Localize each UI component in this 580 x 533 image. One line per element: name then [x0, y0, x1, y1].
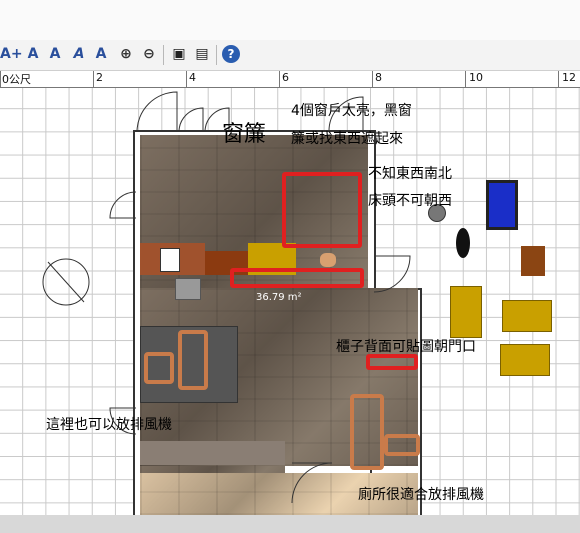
- text-italic-icon[interactable]: A: [70, 45, 88, 63]
- note-bathroom-fan: 廁所很適合放排風機: [358, 487, 484, 503]
- ruler-tick: [279, 71, 280, 87]
- note-windows-1: 4個窗戶太亮，黑窗: [291, 103, 412, 119]
- curtain-label: 窗簾: [222, 122, 267, 147]
- help-icon[interactable]: ?: [222, 45, 240, 63]
- video-icon[interactable]: ▤: [193, 45, 211, 63]
- shelf-yellow[interactable]: [450, 286, 482, 338]
- ruler-tick: [0, 71, 1, 87]
- ruler-label: 8: [375, 71, 382, 84]
- box-yellow-1[interactable]: [502, 300, 552, 332]
- counter[interactable]: [140, 441, 285, 465]
- window-top-area: [0, 0, 580, 40]
- ruler-label: 10: [469, 71, 483, 84]
- ruler-tick: [372, 71, 373, 87]
- tv-unit[interactable]: [160, 248, 180, 272]
- floor-plan-canvas[interactable]: 窗簾 36.79 m² 4個窗戶太亮，黑窗 簾或找東西遮起來 不知東西南北 床頭…: [0, 88, 580, 515]
- plant[interactable]: [320, 253, 336, 267]
- horizontal-scrollbar[interactable]: [0, 515, 580, 533]
- ruler-label: 4: [189, 71, 196, 84]
- chair[interactable]: [175, 278, 201, 300]
- note-cabinet: 櫃子背面可貼圖朝門口: [336, 339, 476, 355]
- zoom-in-icon[interactable]: ⊕: [117, 45, 135, 63]
- selected-blue-item[interactable]: [486, 180, 518, 230]
- ruler-label: 2: [96, 71, 103, 84]
- text-style-icon[interactable]: A: [24, 45, 42, 63]
- toolbar: A+ A A A A ⊕ ⊖ ▣ ▤ ?: [0, 40, 580, 71]
- door-arc-right[interactable]: [370, 248, 412, 298]
- orange-mark-4: [384, 434, 420, 456]
- orange-mark-2: [178, 330, 208, 390]
- fan-object[interactable]: [456, 228, 470, 258]
- note-direction: 不知東西南北: [368, 166, 452, 182]
- door-arc-left[interactable]: [106, 188, 140, 238]
- red-mark-cabinet: [230, 268, 364, 288]
- ruler-label: 12: [562, 71, 576, 84]
- ruler-label: 0公尺: [2, 73, 31, 86]
- note-bed-head: 床頭不可朝西: [368, 193, 452, 209]
- box-yellow-2[interactable]: [500, 344, 550, 376]
- orange-mark-1: [144, 352, 174, 384]
- ruler-label: 6: [282, 71, 289, 84]
- ruler-tick: [558, 71, 559, 87]
- ruler-tick: [186, 71, 187, 87]
- toolbar-separator: [216, 45, 217, 65]
- orange-mark-3: [350, 394, 384, 470]
- camera-icon[interactable]: ▣: [170, 45, 188, 63]
- toolbar-separator: [163, 45, 164, 65]
- ruler-tick: [93, 71, 94, 87]
- note-fan-here: 這裡也可以放排風機: [46, 417, 172, 433]
- note-windows-2: 簾或找東西遮起來: [291, 131, 403, 147]
- red-mark-bed-area: [282, 172, 362, 248]
- ruler-tick: [465, 71, 466, 87]
- zoom-out-icon[interactable]: ⊖: [140, 45, 158, 63]
- add-text-icon[interactable]: A+: [0, 45, 23, 63]
- area-label: 36.79 m²: [256, 292, 302, 303]
- door-arc-bath[interactable]: [288, 433, 336, 505]
- text-bold-icon[interactable]: A: [92, 45, 110, 63]
- stool-brown[interactable]: [521, 246, 545, 276]
- compass-icon[interactable]: [40, 256, 92, 308]
- horizontal-ruler[interactable]: 0公尺 2 4 6 8 10 12: [0, 71, 580, 88]
- text-size-up-icon[interactable]: A: [46, 45, 64, 63]
- red-mark-shelf: [366, 354, 418, 370]
